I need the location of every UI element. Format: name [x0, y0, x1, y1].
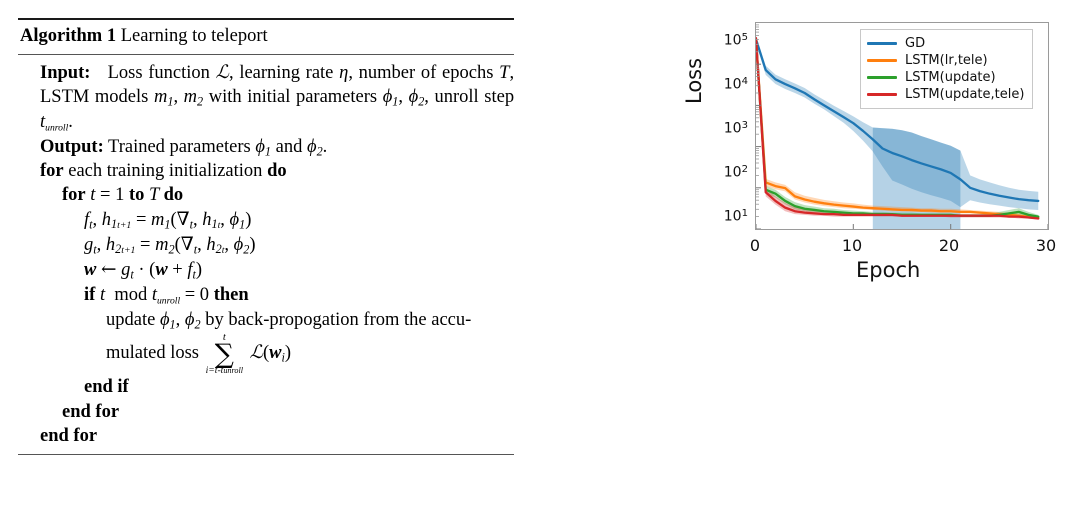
x-tick-label: 20 — [938, 236, 960, 255]
output-label: Output: — [40, 136, 104, 157]
algorithm-line-input: Input: Loss function ℒ, learning rate η,… — [18, 61, 514, 135]
keyword-if: if — [84, 284, 96, 305]
input-text: Loss function ℒ, learning rate η, number… — [40, 61, 515, 133]
for-init-text: each training initialization — [68, 160, 263, 181]
legend-swatch-lstm-update-tele — [867, 93, 897, 96]
mulated-loss-text: mulated loss — [106, 342, 200, 363]
x-axis-label: Epoch — [856, 258, 921, 282]
legend-item: GD — [867, 35, 1024, 52]
x-tick-label: 10 — [841, 236, 863, 255]
output-text: Trained parameters ϕ1 and ϕ2. — [108, 136, 328, 158]
algorithm-line-w-update: w ← gt · (w + ft) — [84, 259, 203, 282]
for-t-limit: T — [149, 185, 164, 206]
input-label: Input: — [40, 62, 91, 83]
legend-label-gd: GD — [905, 36, 926, 51]
summation-symbol: t ∑ i=t-tunroll — [205, 331, 243, 376]
algorithm-line-f-update: ft, h1t+1 = m1(∇t, h1t, ϕ1) — [84, 208, 252, 232]
legend-item: LSTM(update,tele) — [867, 86, 1024, 103]
figure-block: Loss 105 104 103 102 101 0 10 20 30 Epoc… — [682, 8, 1068, 294]
algorithm-line-output: Output: Trained parameters ϕ1 and ϕ2. — [18, 135, 514, 159]
algorithm-number: Algorithm 1 — [20, 26, 117, 46]
legend-swatch-gd — [867, 42, 897, 45]
y-tick-label: 102 — [723, 164, 748, 181]
y-axis-ticks: 105 104 103 102 101 — [700, 8, 748, 238]
algorithm-body: Input: Loss function ℒ, learning rate η,… — [18, 55, 514, 455]
legend-label-lstm-update: LSTM(update) — [905, 70, 996, 85]
algorithm-line-for-t: for t = 1 to T do — [18, 183, 514, 207]
legend-item: LSTM(update) — [867, 69, 1024, 86]
y-tick-label: 104 — [723, 76, 748, 93]
loss-vs-epoch-chart: Loss 105 104 103 102 101 0 10 20 30 Epoc… — [682, 8, 1068, 294]
algorithm-line-end-for-inner: end for — [62, 401, 120, 422]
algorithm-bottom-rule — [18, 454, 514, 456]
x-tick-label: 30 — [1035, 236, 1057, 255]
for-t-expr: t = 1 — [90, 185, 129, 206]
keyword-do: do — [163, 185, 184, 206]
loss-symbol: ℒ — [249, 341, 263, 363]
chart-legend: GD LSTM(lr,tele) LSTM(update) LSTM(updat… — [860, 29, 1034, 109]
algorithm-line-g-update: gt, h2t+1 = m2(∇t, h2t, ϕ2) — [84, 233, 256, 257]
legend-label-lstm-lr-tele: LSTM(lr,tele) — [905, 53, 988, 68]
algorithm-line-for-init: for each training initialization do — [18, 159, 514, 183]
algorithm-line-if: if t mod tunroll = 0 then — [84, 284, 249, 306]
algorithm-title: Algorithm 1 Learning to teleport — [18, 20, 514, 54]
algorithm-line-end-if: end if — [84, 377, 129, 398]
plot-area: GD LSTM(lr,tele) LSTM(update) LSTM(updat… — [755, 22, 1049, 230]
algorithm-line-update-phi: update ϕ1, ϕ2 by back-propogation from t… — [106, 309, 472, 331]
legend-item: LSTM(lr,tele) — [867, 52, 1024, 69]
backprop-text: by back-propogation from the accu- — [205, 309, 472, 330]
algorithm-line-mulated-loss: mulated loss t ∑ i=t-tunroll ℒ(wi) — [106, 331, 292, 376]
algorithm-line-end-for-outer: end for — [40, 426, 98, 447]
keyword-for: for — [40, 160, 64, 181]
keyword-mod: mod — [114, 284, 148, 305]
algorithm-block: Algorithm 1 Learning to teleport Input: … — [18, 18, 514, 456]
legend-swatch-lstm-lr-tele — [867, 59, 897, 62]
keyword-for: for — [62, 185, 86, 206]
y-tick-label: 105 — [723, 32, 748, 49]
keyword-then: then — [213, 284, 249, 305]
update-keyword: update — [106, 309, 156, 330]
y-tick-label: 101 — [723, 208, 748, 225]
legend-label-lstm-update-tele: LSTM(update,tele) — [905, 87, 1025, 102]
x-tick-label: 0 — [749, 236, 761, 255]
algorithm-name: Learning to teleport — [120, 26, 268, 46]
keyword-to: to — [128, 185, 145, 206]
legend-swatch-lstm-update — [867, 76, 897, 79]
y-tick-label: 103 — [723, 120, 748, 137]
keyword-do: do — [267, 160, 287, 181]
